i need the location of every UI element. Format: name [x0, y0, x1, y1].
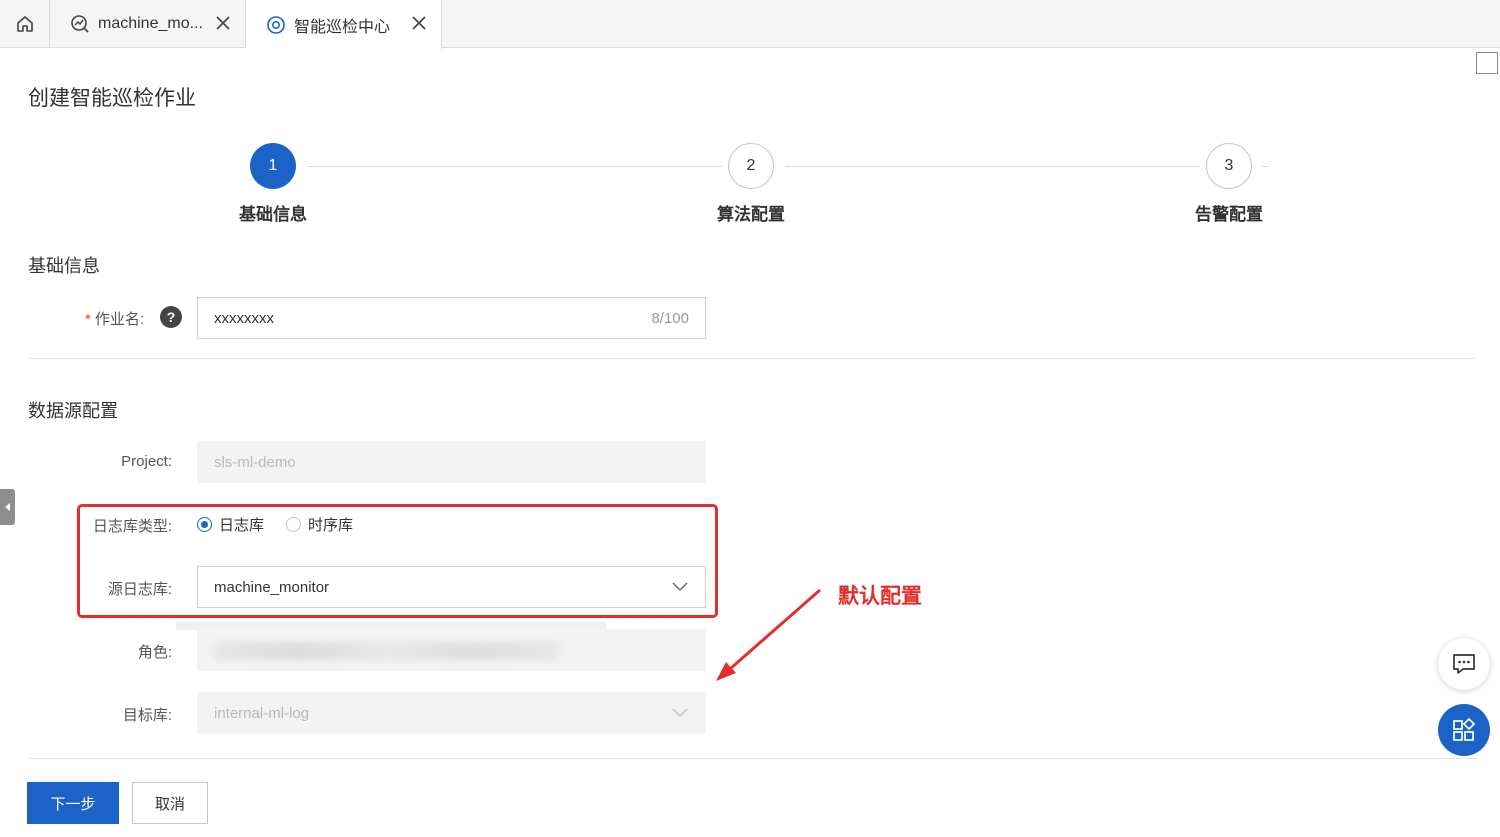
home-icon	[16, 16, 33, 32]
tab-label: 智能巡检中心	[294, 18, 391, 36]
close-icon[interactable]	[409, 13, 429, 33]
help-icon[interactable]: ?	[160, 306, 182, 328]
section-divider	[28, 758, 1476, 759]
tab-machine-monitor[interactable]: machine_mo...	[50, 0, 246, 48]
step-1-label: 基础信息	[239, 205, 307, 224]
step-3-label: 告警配置	[1195, 205, 1263, 224]
project-label: Project:	[121, 453, 172, 470]
target-value: internal-ml-log	[214, 704, 310, 722]
step-connector	[785, 166, 1200, 167]
char-counter: 8/100	[651, 309, 689, 327]
tab-label: machine_mo...	[98, 15, 203, 32]
annotation-arrow	[716, 588, 821, 681]
target-select: internal-ml-log	[197, 692, 706, 734]
chat-button[interactable]	[1438, 638, 1490, 690]
annotation-highlight-box	[77, 504, 718, 618]
project-input: sls-ml-demo	[197, 441, 706, 483]
step-2-circle: 2	[728, 143, 774, 189]
project-value: sls-ml-demo	[214, 453, 296, 471]
cancel-button[interactable]: 取消	[132, 782, 208, 824]
close-icon[interactable]	[213, 13, 233, 33]
step-connector	[1262, 166, 1268, 167]
step-1-circle: 1	[250, 143, 296, 189]
chart-icon	[71, 15, 89, 33]
caret-left-icon	[4, 503, 10, 511]
step-2-label: 算法配置	[717, 205, 785, 224]
tab-inspection-center[interactable]: 智能巡检中心	[246, 0, 442, 49]
chevron-down-icon	[672, 708, 688, 717]
chat-icon	[1453, 654, 1475, 674]
role-label: 角色:	[137, 644, 172, 661]
section-divider	[28, 358, 1476, 359]
page-title: 创建智能巡检作业	[28, 87, 196, 110]
annotation-text: 默认配置	[838, 585, 922, 608]
inspection-icon	[267, 15, 285, 34]
job-name-input[interactable]: xxxxxxxx 8/100	[197, 297, 706, 339]
job-name-label: * 作业名:	[0, 308, 144, 329]
step-3-circle: 3	[1206, 143, 1252, 189]
target-label: 目标库:	[122, 707, 172, 724]
job-name-value: xxxxxxxx	[214, 309, 274, 327]
apps-icon	[1453, 717, 1476, 741]
stepper: 1 2 3 基础信息 算法配置 告警配置	[0, 140, 1500, 230]
blurred-role-value	[214, 642, 558, 660]
tab-bar: machine_mo... 智能巡检中心	[0, 0, 1500, 49]
apps-button[interactable]	[1438, 704, 1490, 756]
required-mark: *	[84, 311, 91, 328]
section-basic-info: 基础信息	[28, 256, 100, 276]
section-datasource: 数据源配置	[28, 401, 118, 421]
tab-home[interactable]	[0, 0, 50, 48]
step-connector	[308, 166, 722, 167]
next-step-button[interactable]: 下一步	[27, 782, 119, 824]
sidebar-toggle-handle[interactable]	[0, 489, 15, 525]
job-name-label-text: 作业名:	[94, 311, 144, 328]
maximize-icon[interactable]	[1476, 52, 1498, 74]
